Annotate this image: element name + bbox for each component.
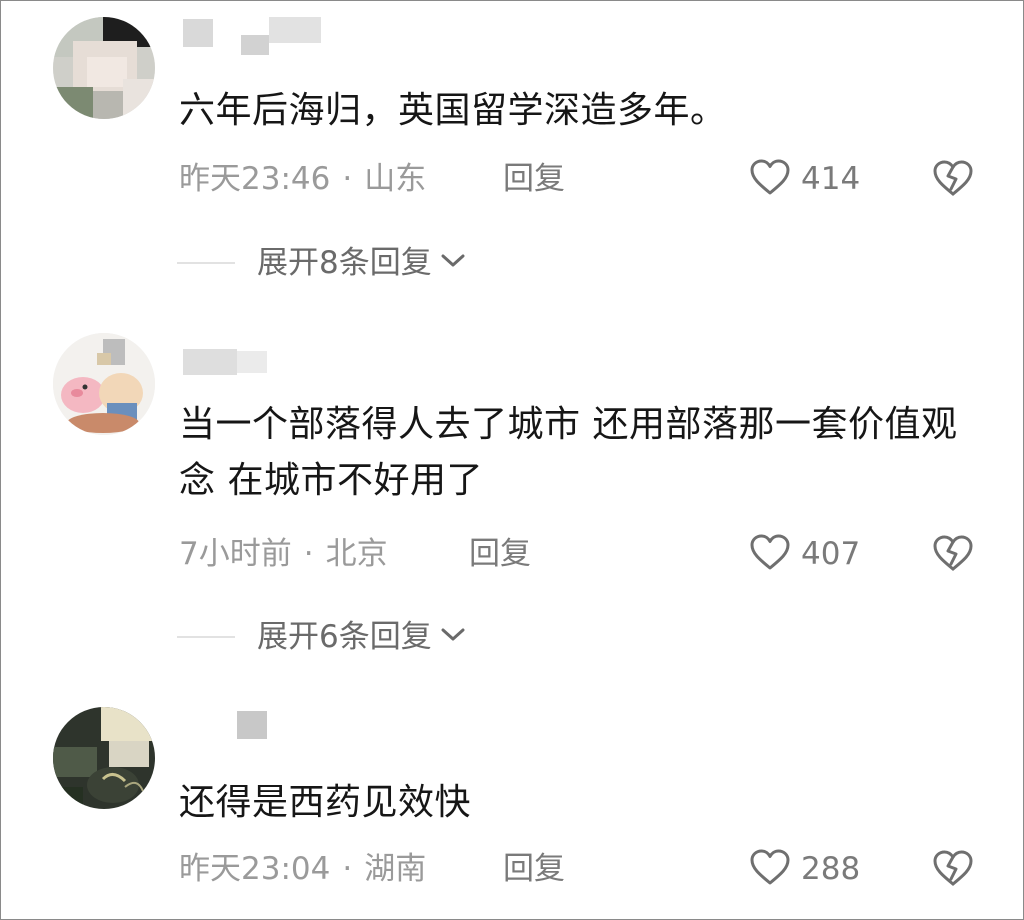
comment-time: 7小时前	[179, 536, 292, 572]
like-count: 288	[801, 851, 861, 887]
like-button[interactable]: 407	[749, 532, 860, 576]
broken-heart-icon	[933, 160, 973, 201]
comment-meta: 昨天23:04 · 湖南	[179, 847, 426, 891]
chevron-down-icon	[432, 253, 466, 273]
heart-outline-icon	[749, 848, 791, 890]
expand-replies-button[interactable]: 展开6条回复	[177, 615, 466, 659]
meta-separator: ·	[342, 851, 353, 887]
comment-time: 昨天23:04	[179, 851, 331, 887]
dislike-button[interactable]	[933, 849, 973, 889]
comment-list: 六年后海归，英国留学深造多年。 昨天23:46 · 山东 回复 414 展开8条…	[0, 0, 1024, 920]
reply-button[interactable]: 回复	[503, 847, 565, 891]
comment-text: 六年后海归，英国留学深造多年。	[179, 90, 727, 131]
meta-separator: ·	[342, 161, 353, 197]
like-button[interactable]: 288	[749, 847, 860, 891]
heart-outline-icon	[749, 158, 791, 200]
avatar[interactable]	[53, 333, 155, 435]
expand-replies-button[interactable]: 展开8条回复	[177, 241, 466, 285]
reply-button[interactable]: 回复	[469, 532, 531, 576]
username-blurred[interactable]	[181, 705, 267, 745]
comment-text: 还得是西药见效快	[179, 782, 472, 823]
divider-line	[177, 636, 235, 638]
broken-heart-icon	[933, 850, 973, 891]
comment-time: 昨天23:46	[179, 161, 331, 197]
divider-line	[177, 262, 235, 264]
like-count: 407	[801, 536, 861, 572]
expand-replies-label: 展开8条回复	[257, 245, 432, 281]
comment-meta: 7小时前 · 北京	[179, 532, 388, 576]
comment-location: 北京	[325, 536, 388, 572]
username-blurred[interactable]	[181, 15, 321, 55]
like-count: 414	[801, 161, 861, 197]
comment-location: 山东	[364, 161, 427, 197]
username-blurred[interactable]	[181, 343, 271, 383]
meta-separator: ·	[303, 536, 314, 572]
avatar[interactable]	[53, 17, 155, 119]
like-button[interactable]: 414	[749, 157, 860, 201]
broken-heart-icon	[933, 535, 973, 576]
dislike-button[interactable]	[933, 159, 973, 199]
avatar[interactable]	[53, 707, 155, 809]
heart-outline-icon	[749, 533, 791, 575]
dislike-button[interactable]	[933, 534, 973, 574]
expand-replies-label: 展开6条回复	[257, 619, 432, 655]
comment-meta: 昨天23:46 · 山东	[179, 157, 426, 201]
chevron-down-icon	[432, 627, 466, 647]
reply-button[interactable]: 回复	[503, 157, 565, 201]
comment-text: 当一个部落得人去了城市 还用部落那一套价值观念 在城市不好用了	[179, 404, 958, 501]
comment-location: 湖南	[364, 851, 427, 887]
